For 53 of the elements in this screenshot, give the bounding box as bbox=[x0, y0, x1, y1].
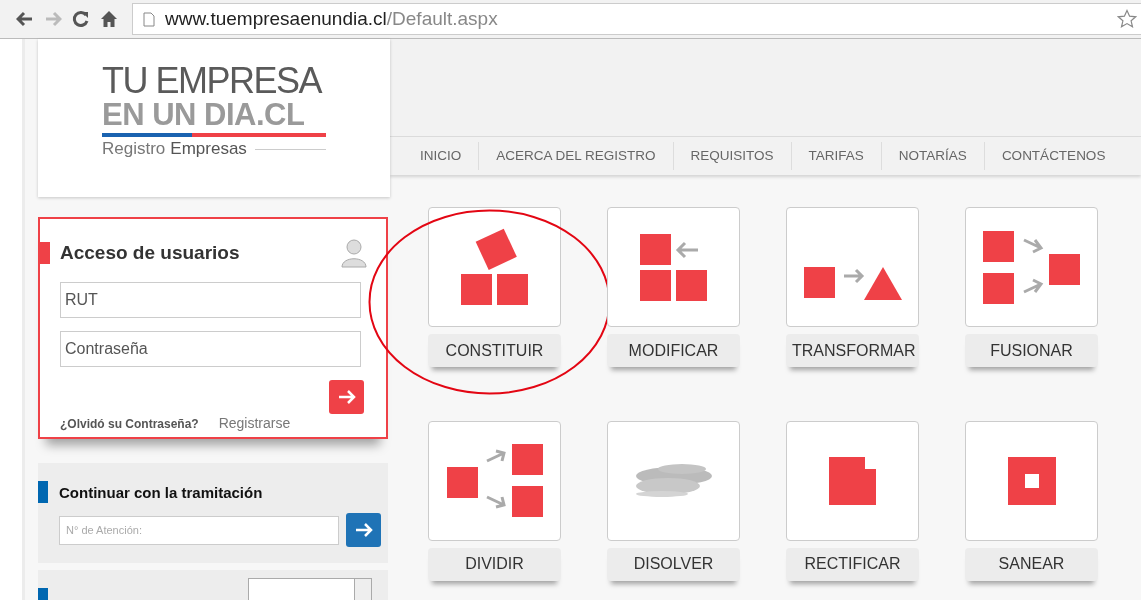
reload-icon[interactable] bbox=[72, 10, 90, 28]
back-icon[interactable] bbox=[16, 11, 34, 27]
arrow-icon bbox=[353, 522, 374, 538]
star-icon[interactable] bbox=[1117, 9, 1137, 29]
page-icon bbox=[143, 11, 155, 27]
url-text: www.tuempresaenundia.cl/Default.aspx bbox=[165, 8, 498, 30]
service-icon bbox=[801, 265, 904, 302]
service-tile[interactable] bbox=[607, 420, 740, 541]
panel-title: Acceso de usuarios bbox=[60, 242, 240, 264]
nav-link[interactable]: NOTARÍAS bbox=[881, 142, 985, 170]
service-icon bbox=[827, 454, 878, 507]
service-icon bbox=[981, 228, 1082, 306]
nav-link[interactable]: REQUISITOS bbox=[673, 142, 792, 170]
heading-marker bbox=[38, 588, 48, 600]
nav-link[interactable]: INICIO bbox=[403, 142, 480, 170]
service-button[interactable]: RECTIFICAR bbox=[786, 547, 919, 581]
service-tile[interactable] bbox=[965, 207, 1098, 327]
service-tile[interactable] bbox=[428, 207, 561, 327]
service-button[interactable]: DIVIDIR bbox=[428, 547, 561, 581]
forgot-password-link[interactable]: ¿Olvidó su Contraseña? bbox=[60, 417, 199, 431]
service-tile[interactable] bbox=[965, 420, 1098, 541]
service-button[interactable]: SANEAR bbox=[965, 547, 1098, 581]
service-icon bbox=[458, 227, 531, 307]
dropdown[interactable] bbox=[248, 578, 372, 600]
user-icon bbox=[341, 238, 367, 268]
password-field[interactable]: Contraseña bbox=[60, 331, 361, 367]
service-icon bbox=[444, 442, 545, 519]
login-button[interactable] bbox=[329, 380, 364, 414]
service-button[interactable]: CONSTITUIR bbox=[428, 334, 561, 367]
service-tile[interactable] bbox=[786, 420, 919, 541]
service-tile[interactable] bbox=[428, 420, 561, 541]
service-button[interactable]: TRANSFORMAR bbox=[786, 334, 919, 367]
nav-link[interactable]: TARIFAS bbox=[791, 142, 882, 170]
heading-marker bbox=[38, 481, 48, 503]
service-tile[interactable] bbox=[607, 207, 740, 327]
service-icon bbox=[638, 231, 709, 303]
arrow-icon bbox=[336, 389, 357, 405]
register-link[interactable]: Registrarse bbox=[218, 415, 291, 431]
home-icon[interactable] bbox=[100, 10, 118, 28]
service-button[interactable]: FUSIONAR bbox=[965, 334, 1098, 367]
nav-link[interactable]: ACERCA DEL REGISTRO bbox=[479, 142, 674, 170]
rut-field[interactable]: RUT bbox=[60, 282, 361, 318]
service-icon bbox=[633, 464, 714, 497]
service-icon bbox=[1005, 454, 1058, 507]
panel-title: Continuar con la tramitación bbox=[59, 483, 263, 501]
address-bar[interactable]: www.tuempresaenundia.cl/Default.aspx bbox=[132, 3, 1141, 35]
attention-number-field[interactable]: N° de Atención: bbox=[59, 515, 339, 545]
nav-link[interactable]: CONTÁCTENOS bbox=[984, 142, 1123, 170]
service-button[interactable]: MODIFICAR bbox=[607, 334, 740, 367]
site-logo[interactable]: TU EMPRESA EN UN DIA.CL Registro Empresas bbox=[102, 63, 326, 197]
service-button[interactable]: DISOLVER bbox=[607, 547, 740, 581]
continue-button[interactable] bbox=[346, 513, 381, 547]
service-tile[interactable] bbox=[786, 207, 919, 327]
